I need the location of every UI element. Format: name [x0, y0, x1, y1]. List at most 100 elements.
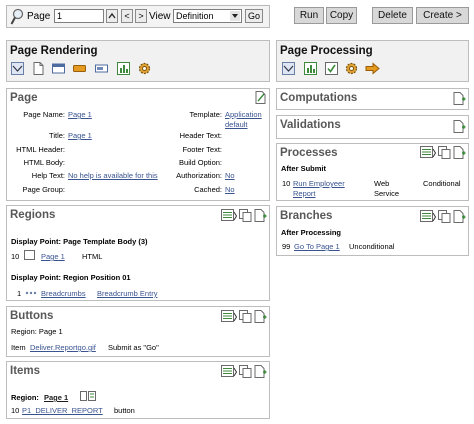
region-icon[interactable]: [52, 62, 65, 75]
template-link[interactable]: Application default: [225, 110, 267, 130]
authorization-label: Authorization:: [176, 171, 222, 180]
html-header-label: HTML Header:: [16, 145, 65, 154]
page-name-link[interactable]: Page 1: [68, 110, 92, 119]
processes-subtitle: After Submit: [281, 164, 326, 173]
items-region-link[interactable]: Page 1: [44, 393, 68, 402]
edit-page-icon[interactable]: [254, 91, 267, 104]
footer-text-label: Footer Text:: [182, 145, 222, 154]
item-field-icon[interactable]: [95, 62, 108, 75]
go-button[interactable]: Go: [245, 9, 263, 23]
cached-link[interactable]: No: [225, 185, 235, 194]
page-label: Page: [27, 11, 51, 22]
breadcrumb-entry-link[interactable]: Breadcrumb Entry: [97, 289, 157, 298]
process-type: Web Service: [374, 179, 400, 198]
display-point-body: Display Point: Page Template Body (3): [11, 237, 148, 246]
page-rendering-title: Page Rendering: [10, 45, 98, 57]
process-condition: Conditional: [423, 179, 461, 188]
computation-icon[interactable]: [304, 62, 317, 75]
reorder-regions-icon[interactable]: [221, 209, 237, 222]
copy-button-icon[interactable]: [239, 310, 252, 323]
region-1-type: HTML: [82, 252, 103, 261]
html-body-label: HTML Body:: [23, 158, 65, 167]
copy-item-icon[interactable]: [239, 365, 252, 378]
processes-title: Processes: [280, 147, 338, 159]
deliver-report-item-link[interactable]: P1_DELIVER_REPORT: [22, 406, 103, 415]
page-processing-panel: Page Processing: [276, 40, 469, 82]
copy-branch-icon[interactable]: [438, 210, 451, 223]
reorder-branches-icon[interactable]: [420, 210, 436, 223]
processing-tree-icon[interactable]: [282, 62, 295, 75]
cached-label: Cached:: [194, 185, 222, 194]
run-button[interactable]: Run: [294, 7, 324, 24]
caret-up-icon: [108, 12, 116, 19]
page-icon[interactable]: [32, 62, 45, 75]
items-region-label: Region:: [11, 393, 39, 402]
create-button-icon[interactable]: [254, 310, 267, 323]
buttons-title: Buttons: [10, 310, 54, 322]
region-html-icon: [24, 250, 35, 260]
validation-check-icon[interactable]: [325, 62, 338, 75]
process-seq: 10: [282, 179, 291, 188]
branches-title: Branches: [280, 210, 333, 222]
go-to-page-branch-link[interactable]: Go To Page 1: [294, 242, 340, 251]
create-button[interactable]: Create >: [416, 7, 469, 24]
branch-condition: Unconditional: [349, 242, 395, 251]
reorder-items-icon[interactable]: [221, 365, 237, 378]
report-icon[interactable]: [117, 62, 130, 75]
run-report-process-link[interactable]: Run Employeer Report: [293, 179, 355, 199]
copy-button[interactable]: Copy: [326, 7, 357, 24]
region-1-seq: 10: [11, 252, 20, 261]
create-validation-icon[interactable]: [453, 120, 466, 133]
buttons-item-label: Item: [11, 343, 26, 352]
branch-seq: 99: [282, 242, 291, 251]
region-2-link[interactable]: Breadcrumbs: [41, 289, 86, 298]
items-title: Items: [10, 365, 41, 377]
create-branch-icon[interactable]: [453, 210, 466, 223]
tabular-form-icon[interactable]: [80, 391, 96, 401]
page-list-button[interactable]: [106, 9, 118, 23]
next-page-button[interactable]: >: [135, 9, 147, 23]
authorization-link[interactable]: No: [225, 171, 235, 180]
reorder-processes-icon[interactable]: [420, 146, 436, 159]
validations-title: Validations: [280, 119, 341, 131]
page-name-label: Page Name:: [23, 110, 65, 119]
item-seq: 10: [11, 406, 20, 415]
item-type: button: [114, 406, 135, 415]
create-process-icon[interactable]: [453, 146, 466, 159]
shared-components-gear-icon[interactable]: [138, 62, 151, 75]
regions-title: Regions: [10, 209, 56, 221]
create-computation-icon[interactable]: [453, 92, 466, 105]
help-text-label: Help Text:: [31, 171, 65, 180]
reorder-buttons-icon[interactable]: [221, 310, 237, 323]
create-item-icon[interactable]: [254, 365, 267, 378]
template-label: Template:: [189, 110, 222, 119]
copy-region-icon[interactable]: [239, 209, 252, 222]
create-region-icon[interactable]: [254, 209, 267, 222]
page-number-input[interactable]: 1: [54, 9, 104, 23]
process-gear-icon[interactable]: [345, 62, 358, 75]
validations-panel: Validations: [276, 115, 469, 139]
help-text-link[interactable]: No help is available for this: [68, 171, 170, 180]
display-point-region-pos: Display Point: Region Position 01: [11, 273, 131, 282]
page-processing-title: Page Processing: [280, 45, 373, 57]
tree-view-icon[interactable]: [11, 62, 24, 75]
magnifier-icon: [10, 8, 24, 25]
button-icon[interactable]: [73, 62, 86, 75]
view-select-value: Definition: [176, 11, 214, 21]
page-group-label: Page Group:: [22, 185, 65, 194]
region-1-link[interactable]: Page 1: [41, 252, 65, 261]
branches-subtitle: After Processing: [281, 228, 342, 237]
view-label: View: [149, 11, 171, 22]
view-select[interactable]: Definition: [173, 9, 242, 23]
previous-page-button[interactable]: <: [121, 9, 133, 23]
button-action-text: Submit as "Go": [108, 343, 159, 352]
delete-button[interactable]: Delete: [372, 7, 413, 24]
buttons-region-label: Region: Page 1: [11, 327, 63, 336]
page-panel-title: Page: [10, 92, 38, 104]
copy-process-icon[interactable]: [438, 146, 451, 159]
deliver-report-button-link[interactable]: Deliver.Reportgo.gif: [30, 343, 96, 352]
computations-panel: Computations: [276, 88, 469, 110]
branch-arrow-icon[interactable]: [365, 62, 380, 75]
title-link[interactable]: Page 1: [68, 131, 92, 140]
region-2-seq: 1: [17, 289, 22, 298]
